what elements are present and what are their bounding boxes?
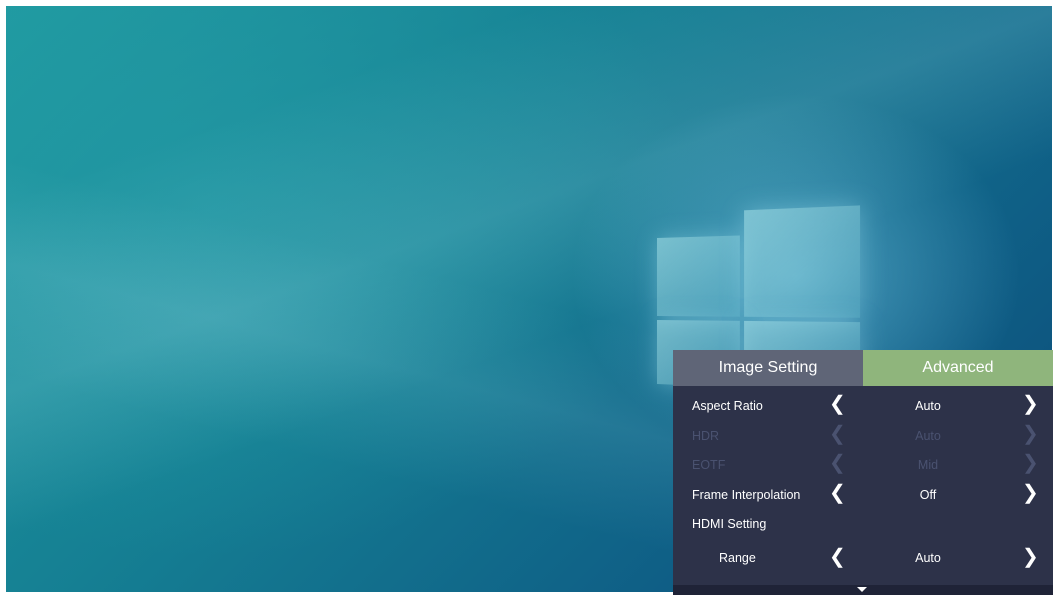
eotf-label: EOTF [692, 458, 726, 472]
chevron-right-icon: ❯ [1022, 422, 1039, 445]
chevron-left-icon[interactable]: ❮ [829, 483, 846, 503]
chevron-left-icon: ❮ [829, 422, 846, 445]
eotf-value: Mid [917, 458, 939, 472]
windows-logo-pane-top-left [657, 235, 740, 317]
row-aspect-ratio[interactable]: Aspect Ratio ❮ Auto ❯ [673, 391, 1053, 421]
chevron-right-icon[interactable]: ❯ [1022, 483, 1039, 503]
scroll-indicator[interactable] [673, 585, 1053, 595]
chevron-left-icon: ❮ [829, 452, 846, 474]
range-value: Auto [915, 551, 941, 565]
chevron-right-icon[interactable]: ❯ [1022, 394, 1039, 414]
hdmi-setting-label: HDMI Setting [692, 517, 767, 531]
hdr-label: HDR [692, 428, 720, 443]
chevron-right-icon[interactable]: ❯ [1022, 547, 1039, 567]
range-label: Range [719, 551, 756, 565]
osd-menu: Image Setting Advanced Aspect Ratio ❮ Au… [673, 350, 1053, 595]
hdr-value: Auto [915, 428, 941, 443]
chevron-left-icon[interactable]: ❮ [829, 547, 846, 567]
scroll-down-icon[interactable] [857, 587, 867, 592]
frame-interpolation-label: Frame Interpolation [692, 487, 801, 502]
tab-advanced[interactable]: Advanced [863, 350, 1053, 386]
windows-logo-pane-top-right [744, 205, 861, 318]
row-range[interactable]: Range ❮ Auto ❯ [673, 539, 1053, 577]
chevron-right-icon: ❯ [1022, 452, 1039, 474]
aspect-ratio-label: Aspect Ratio [692, 399, 763, 413]
row-eotf: EOTF ❮ Mid ❯ [673, 450, 1053, 480]
aspect-ratio-value: Auto [915, 399, 941, 413]
row-frame-interpolation[interactable]: Frame Interpolation ❮ Off ❯ [673, 480, 1053, 510]
row-hdr: HDR ❮ Auto ❯ [673, 421, 1053, 451]
frame-interpolation-value: Off [919, 487, 937, 502]
chevron-left-icon[interactable]: ❮ [829, 394, 846, 414]
osd-tabs: Image Setting Advanced [673, 350, 1053, 386]
tab-image-setting[interactable]: Image Setting [673, 350, 863, 386]
row-hdmi-setting[interactable]: HDMI Setting [673, 509, 1053, 539]
